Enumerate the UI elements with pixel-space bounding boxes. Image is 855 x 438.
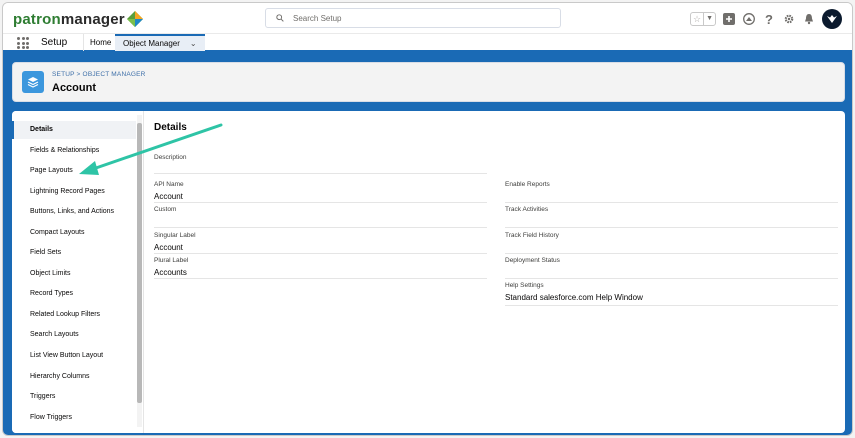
field-value: Account (154, 192, 183, 201)
search-input[interactable]: Search Setup (265, 8, 561, 28)
sidebar-item-compact-layouts[interactable]: Compact Layouts (12, 224, 136, 242)
sidebar-item-object-limits[interactable]: Object Limits (12, 265, 136, 283)
patronmanager-logo[interactable]: patronmanager (13, 9, 143, 29)
field-track-field-history: Track Field History (505, 232, 838, 254)
trailhead-icon[interactable] (742, 12, 756, 26)
sidebar-item-details[interactable]: Details (12, 121, 136, 139)
field-deployment-status: Deployment Status (505, 257, 838, 279)
app-name: Setup (41, 37, 68, 48)
field-help-settings: Help Settings Standard salesforce.com He… (505, 282, 838, 306)
object-sidebar: Details Fields & Relationships Page Layo… (12, 111, 144, 433)
sidebar-item-list-view-button-layout[interactable]: List View Button Layout (12, 347, 136, 365)
favorites-dropdown-icon[interactable]: ▼ (703, 13, 715, 25)
header-utility-icons: ☆ ▼ ? (689, 8, 842, 30)
sidebar-item-record-types[interactable]: Record Types (12, 285, 136, 303)
sidebar-item-lightning-record-pages[interactable]: Lightning Record Pages (12, 183, 136, 201)
field-plural-label: Plural Label Accounts (154, 257, 487, 279)
logo-prefix: patron (13, 10, 61, 28)
context-nav-bar: Setup Home Object Manager ⌄ (3, 33, 852, 53)
sidebar-item-page-layouts[interactable]: Page Layouts (12, 162, 136, 180)
field-value: Standard salesforce.com Help Window (505, 293, 643, 302)
app-launcher-icon[interactable] (17, 37, 29, 49)
star-icon: ☆ (692, 14, 702, 24)
sidebar-item-related-lookup-filters[interactable]: Related Lookup Filters (12, 306, 136, 324)
field-label: Track Activities (505, 206, 549, 213)
bell-icon[interactable] (802, 12, 816, 26)
page-title: Account (52, 82, 96, 94)
field-description: Description (154, 154, 487, 174)
field-api-name: API Name Account (154, 181, 487, 203)
add-icon[interactable] (722, 12, 736, 26)
gear-icon[interactable] (782, 12, 796, 26)
field-label: Deployment Status (505, 257, 560, 264)
sidebar-scrollbar[interactable] (137, 115, 142, 427)
field-label: Enable Reports (505, 181, 550, 188)
tab-object-manager[interactable]: Object Manager ⌄ (115, 34, 205, 51)
sidebar-item-buttons-links-actions[interactable]: Buttons, Links, and Actions (12, 203, 136, 221)
tab-home[interactable]: Home (83, 34, 117, 51)
field-label: Singular Label (154, 232, 196, 239)
field-value: Accounts (154, 268, 187, 277)
app-window: patronmanager Search Setup ☆ ▼ ? Setup H… (2, 2, 853, 436)
logo-suffix: manager (60, 10, 125, 28)
field-custom: Custom (154, 206, 487, 228)
logo-diamond-icon (126, 11, 143, 27)
field-label: Help Settings (505, 282, 544, 289)
field-label: Description (154, 154, 187, 161)
favorites-button[interactable]: ☆ ▼ (689, 12, 716, 26)
field-label: Plural Label (154, 257, 189, 264)
sidebar-item-field-sets[interactable]: Field Sets (12, 244, 136, 262)
page-body: SETUP > OBJECT MANAGER Account Details F… (3, 53, 852, 435)
breadcrumb[interactable]: SETUP > OBJECT MANAGER (52, 71, 146, 78)
field-label: Custom (154, 206, 177, 213)
sidebar-item-fields-relationships[interactable]: Fields & Relationships (12, 142, 136, 160)
field-label: Track Field History (505, 232, 559, 239)
sidebar-scroll-thumb[interactable] (137, 123, 142, 403)
help-icon[interactable]: ? (762, 12, 776, 27)
object-detail-panel: Details Fields & Relationships Page Layo… (12, 111, 845, 433)
search-icon (276, 14, 284, 22)
sidebar-item-flow-triggers[interactable]: Flow Triggers (12, 409, 136, 427)
object-layers-icon (22, 71, 44, 93)
field-label: API Name (154, 181, 184, 188)
chevron-down-icon[interactable]: ⌄ (190, 35, 197, 52)
field-value: Account (154, 243, 183, 252)
details-heading: Details (154, 122, 187, 133)
tab-object-manager-label: Object Manager (123, 39, 180, 48)
field-track-activities: Track Activities (505, 206, 838, 228)
field-singular-label: Singular Label Account (154, 232, 487, 254)
search-placeholder: Search Setup (293, 13, 342, 23)
sidebar-item-triggers[interactable]: Triggers (12, 388, 136, 406)
object-header: SETUP > OBJECT MANAGER Account (12, 62, 845, 102)
details-section: Details Description API Name Account Cus… (154, 111, 844, 433)
sidebar-item-search-layouts[interactable]: Search Layouts (12, 326, 136, 344)
avatar[interactable] (822, 9, 842, 29)
field-enable-reports: Enable Reports (505, 181, 838, 203)
global-header: patronmanager Search Setup ☆ ▼ ? (3, 3, 852, 33)
sidebar-item-hierarchy-columns[interactable]: Hierarchy Columns (12, 368, 136, 386)
